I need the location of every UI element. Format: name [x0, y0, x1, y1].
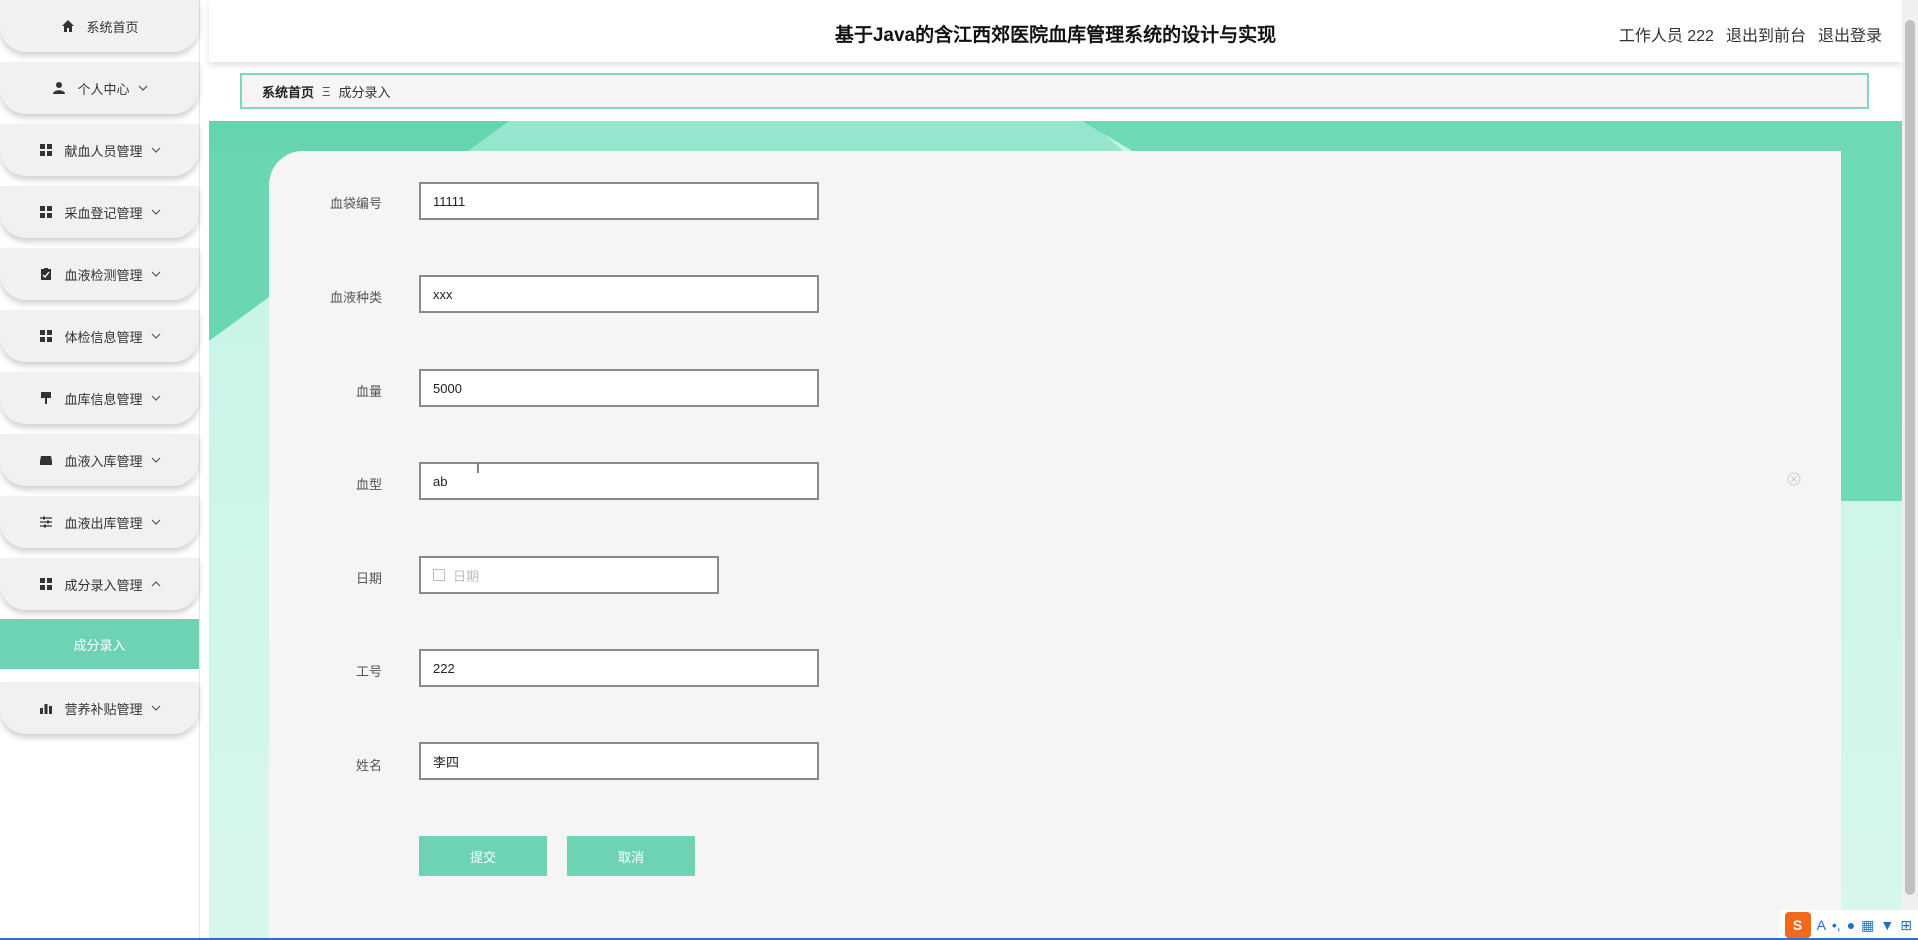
- sidebar-item-bloodbank[interactable]: 血库信息管理: [0, 372, 199, 424]
- home-icon: [60, 18, 76, 34]
- sidebar-subitem-component-entry[interactable]: 成分录入: [0, 619, 199, 669]
- sidebar-item-label: 个人中心: [77, 81, 130, 97]
- volume-input[interactable]: 5000: [419, 369, 819, 407]
- microphone-icon[interactable]: ●: [1847, 917, 1855, 933]
- chevron-down-icon: [151, 703, 161, 713]
- chevron-down-icon: [151, 393, 161, 403]
- sidebar-item-testing[interactable]: 血液检测管理: [0, 248, 199, 300]
- sidebar-item-stockin[interactable]: 血液入库管理: [0, 434, 199, 486]
- logout-link[interactable]: 退出登录: [1818, 22, 1882, 46]
- date-label: 日期: [355, 571, 382, 586]
- text-cursor-icon: I: [476, 460, 480, 476]
- volume-label: 血量: [355, 384, 382, 399]
- chevron-down-icon: [151, 331, 161, 341]
- chevron-down-icon: [151, 145, 161, 155]
- vertical-scrollbar[interactable]: [1902, 0, 1918, 940]
- bar-chart-icon: [38, 700, 54, 716]
- sidebar-item-label: 血库信息管理: [64, 391, 143, 407]
- scrollbar-thumb[interactable]: [1905, 20, 1915, 895]
- sidebar-item-label: 采血登记管理: [64, 205, 143, 221]
- header-user-area: 工作人员 222 退出到前台 退出登录: [1619, 22, 1882, 46]
- sidebar-item-collection[interactable]: 采血登记管理: [0, 186, 199, 238]
- apps-icon[interactable]: ⊞: [1900, 917, 1912, 934]
- sidebar-item-label: 血液入库管理: [64, 453, 143, 469]
- submit-button[interactable]: 提交: [419, 836, 547, 876]
- blood-kind-input[interactable]: xxx: [419, 275, 819, 313]
- bag-no-input[interactable]: 11111: [419, 182, 819, 220]
- cancel-button[interactable]: 取消: [567, 836, 695, 876]
- chevron-down-icon: [151, 269, 161, 279]
- sidebar-item-label: 体检信息管理: [64, 329, 143, 345]
- back-to-front-link[interactable]: 退出到前台: [1726, 22, 1806, 46]
- sogou-logo-icon[interactable]: S: [1784, 912, 1811, 938]
- sidebar-item-checkup[interactable]: 体检信息管理: [0, 310, 199, 362]
- punctuation-icon[interactable]: •,: [1832, 917, 1841, 933]
- current-user: 工作人员 222: [1618, 28, 1714, 45]
- work-no-label: 工号: [355, 664, 382, 679]
- ime-toolbar: S A •, ● ▦ ▼ ⊞: [1778, 910, 1918, 940]
- keyboard-icon[interactable]: ▦: [1861, 917, 1874, 934]
- sidebar-item-label: 成分录入管理: [64, 577, 143, 593]
- user-icon: [51, 80, 67, 96]
- chevron-down-icon: [138, 83, 148, 93]
- sidebar-item-donor[interactable]: 献血人员管理: [0, 124, 199, 176]
- grid-icon: [38, 328, 54, 344]
- shirt-icon[interactable]: ▼: [1880, 917, 1894, 933]
- grid-icon: [38, 142, 54, 158]
- grid-icon: [38, 204, 54, 220]
- breadcrumb: 系统首页 Ξ 成分录入: [240, 73, 1869, 109]
- sidebar-item-label: 血液检测管理: [64, 267, 143, 283]
- name-label: 姓名: [355, 758, 382, 773]
- work-no-input[interactable]: 222: [419, 649, 819, 687]
- chevron-down-icon: [151, 207, 161, 217]
- sidebar-item-stockout[interactable]: 血液出库管理: [0, 496, 199, 548]
- clipboard-icon: [38, 266, 54, 282]
- blood-type-value: ab: [433, 473, 448, 489]
- breadcrumb-separator: Ξ: [322, 83, 331, 99]
- chevron-down-icon: [151, 517, 161, 527]
- form-card: [269, 151, 1841, 940]
- sidebar-subitem-label: 成分录入: [73, 637, 126, 653]
- breadcrumb-home[interactable]: 系统首页: [262, 82, 314, 101]
- sidebar-item-personal[interactable]: 个人中心: [0, 62, 199, 114]
- chevron-down-icon: [151, 455, 161, 465]
- sidebar-item-label: 营养补贴管理: [64, 701, 143, 717]
- sidebar-item-label: 系统首页: [86, 19, 139, 35]
- chevron-up-icon: [151, 579, 161, 589]
- sidebar-item-component[interactable]: 成分录入管理: [0, 558, 199, 610]
- clear-circle-icon[interactable]: [1787, 472, 1801, 486]
- date-placeholder: 日期: [453, 568, 480, 584]
- sidebar-item-label: 血液出库管理: [64, 515, 143, 531]
- letter-a-icon[interactable]: A: [1817, 917, 1826, 933]
- calendar-icon: [433, 569, 445, 581]
- date-picker[interactable]: 日期: [419, 556, 719, 594]
- top-header: 基于Java的含江西郊医院血库管理系统的设计与实现 工作人员 222 退出到前台…: [209, 0, 1902, 62]
- inbox-icon: [38, 452, 54, 468]
- sidebar-item-subsidy[interactable]: 营养补贴管理: [0, 682, 199, 734]
- sidebar-item-home[interactable]: 系统首页: [0, 0, 199, 52]
- blood-type-label: 血型: [355, 477, 382, 492]
- sidebar: 系统首页 个人中心 献血人员管理 采血登记管理 血液检测管理 体检信息管理 血库…: [0, 0, 200, 940]
- bag-no-label: 血袋编号: [329, 196, 382, 211]
- blood-kind-label: 血液种类: [329, 290, 382, 305]
- sliders-icon: [38, 514, 54, 530]
- brush-icon: [38, 390, 54, 406]
- sidebar-item-label: 献血人员管理: [64, 143, 143, 159]
- name-input[interactable]: 李四: [419, 742, 819, 780]
- breadcrumb-current: 成分录入: [338, 84, 391, 100]
- grid-icon: [38, 576, 54, 592]
